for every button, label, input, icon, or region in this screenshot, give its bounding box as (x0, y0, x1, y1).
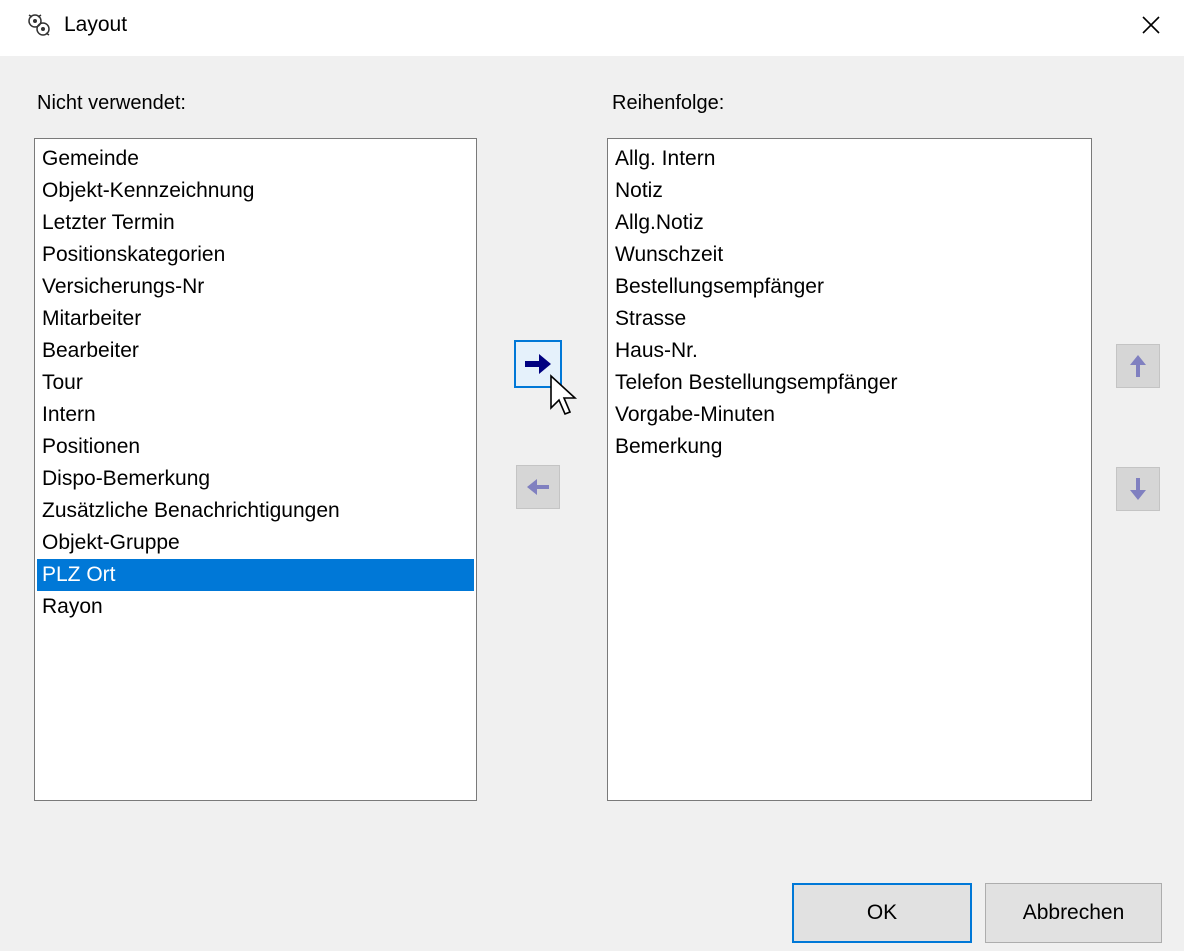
title-bar: Layout (0, 0, 1184, 56)
list-item[interactable]: Haus-Nr. (610, 335, 1089, 367)
list-item[interactable]: Tour (37, 367, 474, 399)
list-item[interactable]: Objekt-Kennzeichnung (37, 175, 474, 207)
list-item[interactable]: Dispo-Bemerkung (37, 463, 474, 495)
list-item[interactable]: Objekt-Gruppe (37, 527, 474, 559)
window-title: Layout (64, 13, 128, 36)
list-item[interactable]: Gemeinde (37, 143, 474, 175)
close-icon (1142, 16, 1160, 34)
unused-label: Nicht verwendet: (37, 92, 186, 114)
arrow-up-icon (1130, 355, 1146, 377)
ok-button[interactable]: OK (792, 883, 972, 943)
arrow-down-icon (1130, 478, 1146, 500)
order-listbox[interactable]: Allg. Intern Notiz Allg.Notiz Wunschzeit Bes… (607, 138, 1092, 801)
order-label: Reihenfolge: (612, 92, 725, 114)
list-item[interactable]: Strasse (610, 303, 1089, 335)
list-item[interactable]: Zusätzliche Benachrichtigungen (37, 495, 474, 527)
list-item[interactable]: Bestellungsempfänger (610, 271, 1089, 303)
list-item[interactable]: Bearbeiter (37, 335, 474, 367)
list-item[interactable]: Notiz (610, 175, 1089, 207)
list-item[interactable]: Wunschzeit (610, 239, 1089, 271)
list-item[interactable]: Versicherungs-Nr (37, 271, 474, 303)
close-button[interactable] (1118, 0, 1184, 50)
list-item[interactable]: Allg.Notiz (610, 207, 1089, 239)
cancel-button[interactable]: Abbrechen (985, 883, 1162, 943)
list-item[interactable]: Vorgabe-Minuten (610, 399, 1089, 431)
arrow-left-icon (527, 479, 549, 495)
unused-listbox[interactable]: Gemeinde Objekt-Kennzeichnung Letzter Term… (34, 138, 477, 801)
list-item[interactable]: Bemerkung (610, 431, 1089, 463)
list-item[interactable]: Positionskategorien (37, 239, 474, 271)
move-up-button[interactable] (1116, 344, 1160, 388)
move-down-button[interactable] (1116, 467, 1160, 511)
remove-button[interactable] (516, 465, 560, 509)
list-item[interactable]: Letzter Termin (37, 207, 474, 239)
list-item[interactable]: Positionen (37, 431, 474, 463)
list-item[interactable]: Telefon Bestellungsempfänger (610, 367, 1089, 399)
app-icon (28, 14, 50, 36)
list-item[interactable]: Intern (37, 399, 474, 431)
mouse-cursor-icon (550, 374, 578, 416)
list-item[interactable]: Allg. Intern (610, 143, 1089, 175)
list-item[interactable]: PLZ Ort (37, 559, 474, 591)
list-item[interactable]: Rayon (37, 591, 474, 623)
list-item[interactable]: Mitarbeiter (37, 303, 474, 335)
